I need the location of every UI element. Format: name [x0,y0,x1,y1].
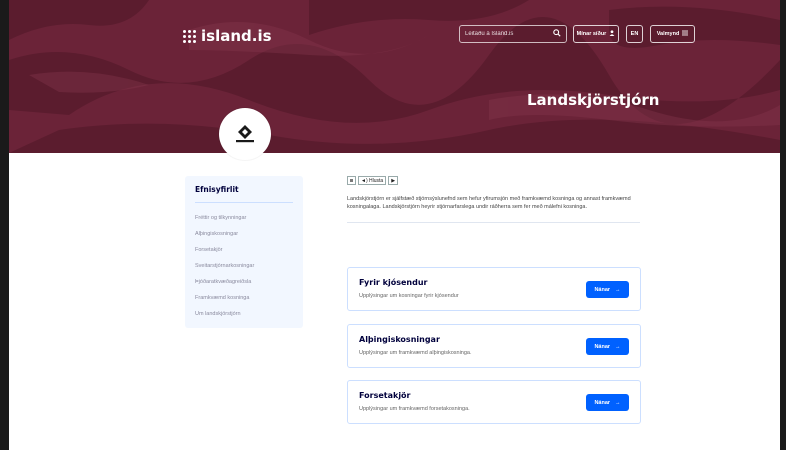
more-button-label: Nánar [594,286,611,293]
search-input[interactable]: Leitaðu á Ísland.is [459,25,567,43]
more-button-label: Nánar [594,399,611,406]
language-button[interactable]: EN [626,25,643,43]
toc-title: Efnisyfirlit [195,185,293,203]
arrow-right-icon: → [615,343,621,350]
card-title: Forsetakjör [359,391,411,400]
card-description: Upplýsingar um kosningar fyrir kjósendur [359,293,459,299]
page-title: Landskjörstjórn [527,91,660,109]
my-pages-button[interactable]: Mínar síður [573,25,619,43]
sidebar-item-parliamentary-elections[interactable]: Alþingiskosningar [195,229,293,245]
frame-edge-right [780,0,786,450]
play-icon[interactable]: ▶ [388,176,399,185]
card-description: Upplýsingar um framkvæmd forsetakosninga… [359,406,470,412]
speaker-icon: ◄) [361,177,368,184]
hero-pattern [9,0,780,153]
more-button[interactable]: Nánar → [586,394,629,411]
sidebar-item-municipal-elections[interactable]: Sveitarstjórnarkosningar [195,261,293,277]
listen-label: Hlusta [369,177,384,184]
menu-button[interactable]: Valmynd [650,25,695,43]
my-pages-label: Mínar síður [576,31,607,37]
language-label: EN [630,31,639,37]
sidebar-item-about[interactable]: Um landskjörstjórn [195,309,293,325]
organization-logo [219,108,271,160]
sidebar-item-presidential-election[interactable]: Forsetakjör [195,245,293,261]
menu-icon [682,30,689,38]
divider [347,222,640,223]
more-button[interactable]: Nánar → [586,338,629,355]
arrow-right-icon: → [615,399,621,406]
logo-grid-icon [183,29,196,43]
menu-label: Valmynd [656,31,680,37]
table-of-contents: Efnisyfirlit Fréttir og tilkynningar Alþ… [185,176,303,328]
card-description: Upplýsingar um framkvæmd alþingiskosning… [359,350,472,356]
sidebar-item-referendum[interactable]: Þjóðaratkvæðagreiðsla [195,277,293,293]
card-parliamentary-elections[interactable]: Alþingiskosningar Upplýsingar um framkvæ… [347,324,641,368]
user-icon [609,30,615,38]
logo-text: island.is [201,27,272,45]
more-button-label: Nánar [594,343,611,350]
hero-banner: island.is Leitaðu á Ísland.is Mínar síðu… [9,0,780,153]
sidebar-item-news[interactable]: Fréttir og tilkynningar [195,213,293,229]
landskjorstjorn-logo-icon [236,125,254,143]
search-icon[interactable] [553,29,561,39]
more-button[interactable]: Nánar → [586,281,629,298]
card-title: Fyrir kjósendur [359,278,428,287]
listen-button[interactable]: ◄) Hlusta [358,176,387,185]
page: island.is Leitaðu á Ísland.is Mínar síðu… [0,0,786,450]
audio-player: ◄) Hlusta ▶ [347,176,642,185]
audio-menu-icon[interactable] [347,176,356,185]
arrow-right-icon: → [615,286,621,293]
card-voters[interactable]: Fyrir kjósendur Upplýsingar um kosningar… [347,267,641,311]
frame-edge-left [0,0,9,450]
card-presidential-election[interactable]: Forsetakjör Upplýsingar um framkvæmd for… [347,380,641,424]
main-content: ◄) Hlusta ▶ Landskjörstjórn er sjálfstæð… [347,176,642,223]
site-logo[interactable]: island.is [183,27,272,45]
intro-text: Landskjörstjórn er sjálfstæð stjórnsýslu… [347,196,631,210]
search-placeholder: Leitaðu á Ísland.is [465,31,514,37]
card-title: Alþingiskosningar [359,335,440,344]
sidebar-item-election-administration[interactable]: Framkvæmd kosninga [195,293,293,309]
